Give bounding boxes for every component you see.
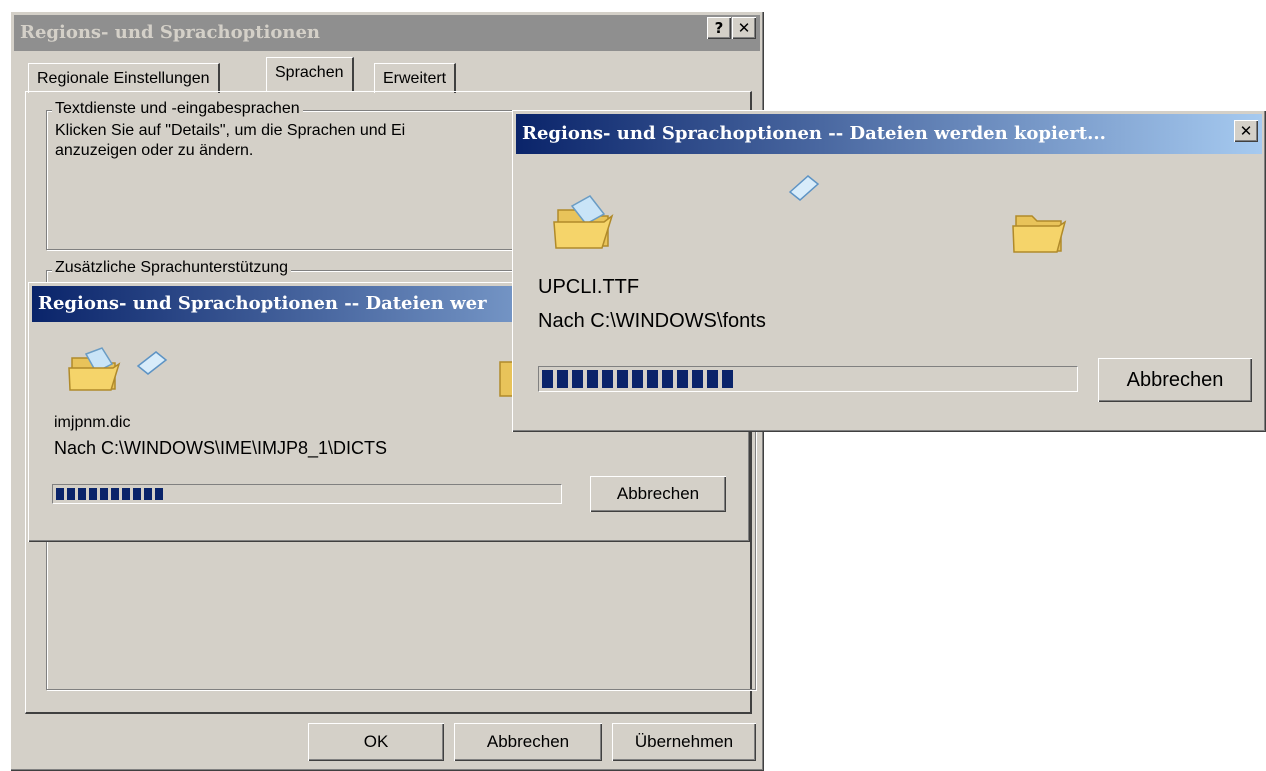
text-services-legend: Textdienste und -eingabesprachen: [52, 100, 303, 118]
open-folder-icon: [68, 347, 121, 391]
copy-dialog-close-button[interactable]: ✕: [1234, 120, 1258, 142]
tab-regionale-einstellungen[interactable]: Regionale Einstellungen: [28, 63, 220, 93]
copy-destination: Nach C:\WINDOWS\IME\IMJP8_1\DICTS: [54, 438, 388, 458]
progress-segment: [722, 370, 733, 388]
copy-cancel-button[interactable]: Abbrechen: [590, 476, 726, 512]
progress-segment: [144, 488, 152, 500]
copy-progress-fill: [542, 370, 1074, 388]
copy-progress-bar: [538, 366, 1078, 392]
progress-segment: [100, 488, 108, 500]
copy-progress-fill: [56, 488, 558, 500]
copy-dialog-upcli-title-bar[interactable]: Regions- und Sprachoptionen -- Dateien w…: [516, 114, 1262, 154]
ok-button[interactable]: OK: [308, 723, 444, 761]
help-button[interactable]: ?: [707, 17, 731, 39]
progress-segment: [122, 488, 130, 500]
target-folder-icon: [1012, 215, 1067, 253]
progress-segment: [542, 370, 553, 388]
copy-dialog-imjpnm-title: Regions- und Sprachoptionen -- Dateien w…: [38, 293, 487, 314]
progress-segment: [602, 370, 613, 388]
flying-document-icon: [136, 351, 168, 375]
language-support-legend: Zusätzliche Sprachunterstützung: [52, 259, 292, 277]
tab-sprachen[interactable]: Sprachen: [266, 57, 354, 91]
copy-dialog-upcli: Regions- und Sprachoptionen -- Dateien w…: [512, 110, 1266, 432]
progress-segment: [155, 488, 163, 500]
progress-segment: [632, 370, 643, 388]
copy-dialog-upcli-title: Regions- und Sprachoptionen -- Dateien w…: [522, 123, 1106, 144]
copy-cancel-button[interactable]: Abbrechen: [1098, 358, 1252, 402]
progress-segment: [572, 370, 583, 388]
progress-segment: [647, 370, 658, 388]
progress-segment: [133, 488, 141, 500]
progress-segment: [78, 488, 86, 500]
main-dialog-title: Regions- und Sprachoptionen: [20, 22, 320, 43]
copy-file-name: imjpnm.dic: [54, 414, 131, 431]
apply-button[interactable]: Übernehmen: [612, 723, 756, 761]
text-services-description-2: anzuzeigen oder zu ändern.: [55, 142, 254, 159]
text-services-description-1: Klicken Sie auf "Details", um die Sprach…: [55, 122, 406, 139]
progress-segment: [707, 370, 718, 388]
progress-segment: [677, 370, 688, 388]
flying-document-icon: [788, 175, 820, 201]
main-dialog-title-bar[interactable]: Regions- und Sprachoptionen: [14, 15, 760, 51]
cancel-button[interactable]: Abbrechen: [454, 723, 602, 761]
progress-segment: [89, 488, 97, 500]
progress-segment: [557, 370, 568, 388]
copy-progress-bar: [52, 484, 562, 504]
progress-segment: [662, 370, 673, 388]
tab-erweitert[interactable]: Erweitert: [374, 63, 457, 93]
copy-file-name: UPCLI.TTF: [538, 276, 640, 298]
progress-segment: [56, 488, 64, 500]
close-button[interactable]: ✕: [732, 17, 756, 39]
progress-segment: [617, 370, 628, 388]
progress-segment: [67, 488, 75, 500]
copy-destination: Nach C:\WINDOWS\fonts: [538, 310, 766, 332]
progress-segment: [111, 488, 119, 500]
open-folder-icon: [553, 195, 614, 249]
progress-segment: [587, 370, 598, 388]
progress-segment: [692, 370, 703, 388]
